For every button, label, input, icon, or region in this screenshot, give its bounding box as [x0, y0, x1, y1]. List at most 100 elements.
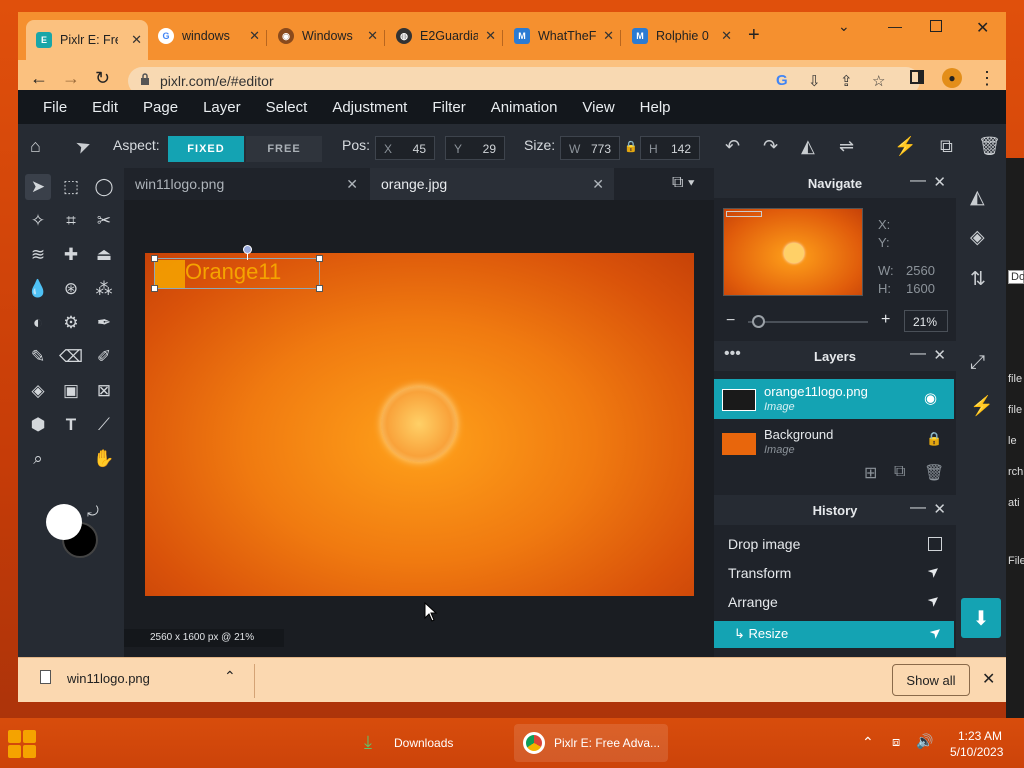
- resize-handle[interactable]: [151, 285, 158, 292]
- browser-tab[interactable]: ◍ E2Guardia ✕: [386, 22, 502, 50]
- network-icon[interactable]: ⧈: [892, 734, 900, 750]
- navigator-thumbnail[interactable]: [723, 208, 863, 296]
- fill-tool[interactable]: ◈: [25, 378, 51, 404]
- add-layer-icon[interactable]: ⊞: [864, 463, 877, 483]
- eraser-tool[interactable]: ⌫: [58, 344, 84, 370]
- heal-tool[interactable]: ✚: [58, 242, 84, 268]
- flip-vertical-icon[interactable]: ⇌: [839, 136, 854, 157]
- zoom-tool[interactable]: ⌕: [25, 446, 51, 472]
- zoom-out-icon[interactable]: −: [726, 312, 735, 330]
- resize-handle[interactable]: [316, 255, 323, 262]
- download-button[interactable]: ⬇: [961, 598, 1001, 638]
- profile-avatar[interactable]: ●: [942, 68, 962, 88]
- reload-icon[interactable]: ↻: [95, 68, 110, 89]
- delete-icon[interactable]: 🗑: [978, 136, 1001, 157]
- layer-row-active[interactable]: orange11logo.png Image ◉: [714, 379, 954, 419]
- zoom-input[interactable]: 21%: [904, 310, 948, 332]
- eyedropper-tool[interactable]: ⟋: [91, 412, 117, 438]
- menu-view[interactable]: View: [582, 99, 614, 116]
- history-item-active[interactable]: ↳ Resize ➤: [714, 621, 954, 648]
- delete-layer-icon[interactable]: 🗑: [924, 463, 944, 483]
- cutout-tool[interactable]: ✂: [91, 208, 117, 234]
- canvas-image[interactable]: Orange11: [145, 245, 694, 596]
- sponge-tool[interactable]: ⊛: [58, 276, 84, 302]
- liquify-tool[interactable]: ≋: [25, 242, 51, 268]
- brush-tool[interactable]: ✎: [25, 344, 51, 370]
- history-icon[interactable]: ⇅: [970, 268, 986, 291]
- bookmark-star-icon[interactable]: ☆: [872, 72, 885, 90]
- close-tab-icon[interactable]: ✕: [603, 28, 614, 44]
- close-window-icon[interactable]: ✕: [976, 18, 989, 38]
- close-tab-icon[interactable]: ✕: [485, 28, 496, 44]
- layer-row[interactable]: Background Image 🔒: [714, 421, 954, 461]
- blur-tool[interactable]: 💧: [25, 276, 51, 302]
- home-icon[interactable]: ⌂: [30, 136, 41, 157]
- zoom-slider-handle[interactable]: [752, 315, 765, 328]
- browser-tab[interactable]: E Pixlr E: Free ✕: [26, 20, 148, 60]
- size-height-field[interactable]: H 142: [640, 136, 700, 160]
- history-item[interactable]: Transform ➤: [714, 560, 954, 588]
- aspect-free-button[interactable]: FREE: [246, 136, 322, 162]
- pattern-tool[interactable]: ⁂: [91, 276, 117, 302]
- wand-tool[interactable]: ✧: [25, 208, 51, 234]
- browser-tab[interactable]: M WhatTheF ✕: [504, 22, 620, 50]
- taskbar-downloads[interactable]: ⤓ Downloads: [358, 726, 508, 760]
- hand-tool[interactable]: ✋: [91, 446, 117, 472]
- gradient-tool[interactable]: ▣: [58, 378, 84, 404]
- selection-bounding-box[interactable]: [151, 245, 323, 292]
- crop-tool[interactable]: ⌗: [58, 208, 84, 234]
- browser-tab[interactable]: ◉ Windows ✕: [268, 22, 384, 50]
- close-tab-icon[interactable]: ✕: [721, 28, 732, 44]
- duplicate-layer-icon[interactable]: ⧉: [894, 463, 905, 481]
- collapse-icon[interactable]: —: [910, 172, 926, 190]
- share-icon[interactable]: ⇪: [840, 72, 853, 90]
- navigator-icon[interactable]: ◭: [970, 186, 985, 209]
- text-tool[interactable]: T: [58, 412, 84, 438]
- close-document-icon[interactable]: ✕: [346, 176, 358, 193]
- close-shelf-icon[interactable]: ✕: [982, 669, 995, 689]
- zoom-in-icon[interactable]: +: [881, 311, 890, 329]
- size-width-field[interactable]: W 773: [560, 136, 620, 160]
- history-item[interactable]: Arrange ➤: [714, 589, 954, 617]
- menu-adjustment[interactable]: Adjustment: [332, 99, 407, 116]
- shape-tool[interactable]: ⬢: [25, 412, 51, 438]
- close-tab-icon[interactable]: ✕: [249, 28, 260, 44]
- document-tab[interactable]: win11logo.png ✕: [124, 168, 368, 200]
- menu-help[interactable]: Help: [640, 99, 671, 116]
- install-app-icon[interactable]: ⇩: [808, 72, 821, 90]
- aspect-fixed-button[interactable]: FIXED: [168, 136, 244, 162]
- marquee-tool[interactable]: ⬚: [58, 174, 84, 200]
- forward-icon[interactable]: →: [62, 68, 80, 89]
- show-all-button[interactable]: Show all: [892, 664, 970, 696]
- menu-select[interactable]: Select: [266, 99, 308, 116]
- dodge-tool[interactable]: ◐: [25, 310, 51, 336]
- more-menu-icon[interactable]: ⋮: [978, 68, 996, 89]
- lasso-tool[interactable]: ◯: [91, 174, 117, 200]
- zoom-slider[interactable]: [748, 321, 868, 323]
- menu-file[interactable]: File: [43, 99, 67, 116]
- pos-x-field[interactable]: X 45: [375, 136, 435, 160]
- flip-horizontal-icon[interactable]: ◭: [801, 136, 815, 157]
- resize-handle[interactable]: [151, 255, 158, 262]
- rotate-left-icon[interactable]: ↶: [725, 136, 740, 157]
- replace-color-tool[interactable]: ✐: [91, 344, 117, 370]
- ai-tools-icon[interactable]: ⚡: [970, 394, 994, 418]
- auto-fix-icon[interactable]: ⚡: [894, 136, 916, 157]
- expand-icon[interactable]: ⤢: [970, 352, 985, 374]
- download-filename[interactable]: win11logo.png: [67, 671, 150, 686]
- menu-layer[interactable]: Layer: [203, 99, 241, 116]
- history-item[interactable]: Drop image: [714, 531, 954, 559]
- tray-chevron-up-icon[interactable]: ⌃: [862, 734, 874, 751]
- back-icon[interactable]: ←: [30, 68, 48, 89]
- maximize-icon[interactable]: [930, 20, 942, 32]
- document-view-menu-icon[interactable]: ⧉ ▾: [672, 174, 695, 192]
- taskbar-chrome[interactable]: Pixlr E: Free Adva...: [514, 724, 668, 762]
- color-picker-tool[interactable]: ✒: [91, 310, 117, 336]
- chevron-up-icon[interactable]: ⌃: [224, 668, 236, 685]
- arrange-tool[interactable]: ➤: [25, 174, 51, 200]
- swap-colors-icon[interactable]: ⤾: [80, 498, 106, 524]
- close-document-icon[interactable]: ✕: [592, 176, 604, 193]
- pos-y-field[interactable]: Y 29: [445, 136, 505, 160]
- menu-edit[interactable]: Edit: [92, 99, 118, 116]
- rotate-handle[interactable]: [243, 245, 252, 254]
